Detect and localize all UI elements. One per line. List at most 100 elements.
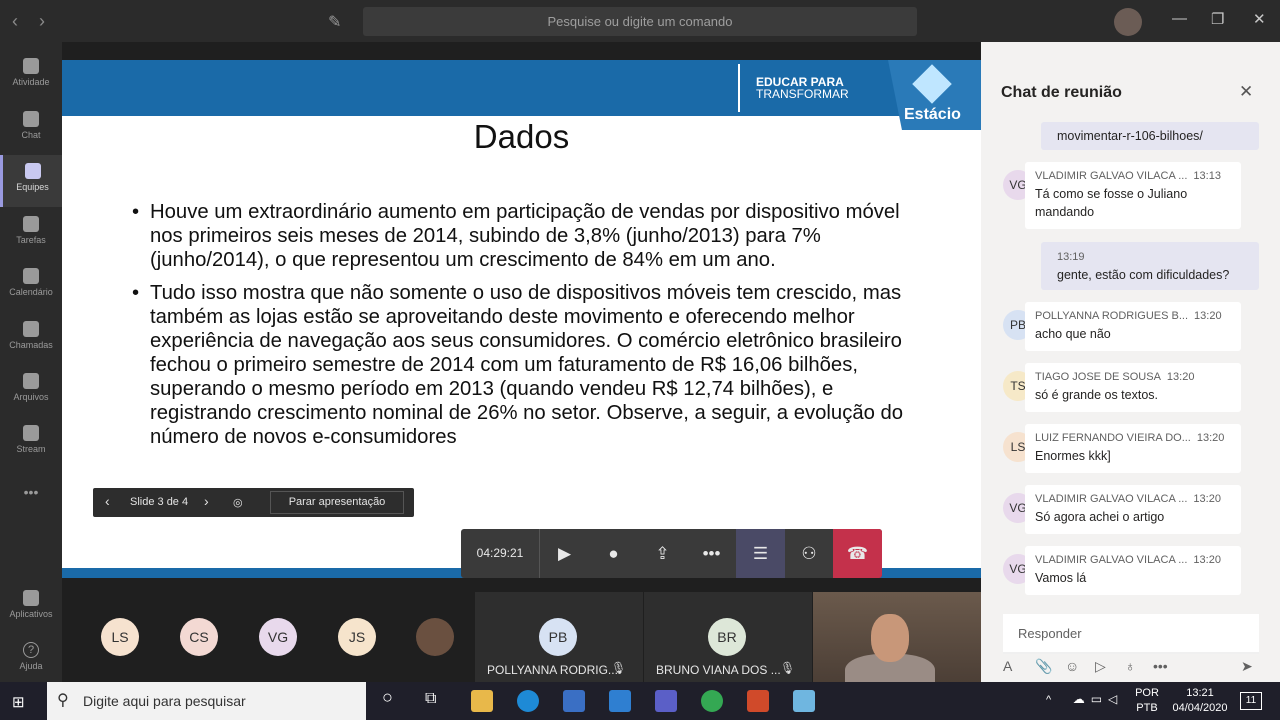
- next-slide-icon[interactable]: ›: [204, 493, 209, 509]
- rail-item-label: Tarefas: [16, 235, 46, 245]
- bell-icon: [23, 58, 39, 74]
- chat-icon: [23, 111, 39, 127]
- teams-app-icon[interactable]: [655, 690, 677, 712]
- rail-item-label: Ajuda: [19, 661, 43, 671]
- self-video-tile[interactable]: [813, 592, 981, 682]
- slide-header-band: EDUCAR PARA TRANSFORMAR: [62, 60, 981, 116]
- paint-icon[interactable]: [793, 690, 815, 712]
- chat-message-text: Enormes kkk]: [1035, 449, 1111, 463]
- chat-message: VLADIMIR GALVAO VILACA ... 13:13 Tá como …: [1025, 162, 1241, 229]
- notifications-icon[interactable]: 11: [1240, 692, 1262, 710]
- store-icon[interactable]: [563, 690, 585, 712]
- user-avatar[interactable]: [1114, 8, 1142, 36]
- emoji-icon[interactable]: ☺: [1065, 658, 1079, 674]
- meeting-chat-panel: Chat de reunião ✕ movimentar-r-106-bilho…: [981, 42, 1280, 682]
- clock[interactable]: 13:21 04/04/2020: [1168, 686, 1232, 716]
- more-actions-icon[interactable]: •••: [687, 529, 736, 578]
- compose-icon[interactable]: ✎: [328, 12, 341, 32]
- task-view-icon[interactable]: ⧉: [425, 691, 436, 707]
- taskbar-search-input[interactable]: ⚲ Digite aqui para pesquisar: [47, 682, 366, 720]
- close-chat-icon[interactable]: ✕: [1239, 82, 1253, 102]
- participant-avatar[interactable]: CS: [180, 618, 218, 656]
- microphone-icon[interactable]: ●: [589, 529, 638, 578]
- participant-tile[interactable]: BR BRUNO VIANA DOS ... 🎙: [644, 592, 812, 682]
- tray-icons[interactable]: ☁▭◁: [1068, 692, 1128, 707]
- chat-message: TIAGO JOSE DE SOUSA 13:20 só é grande os …: [1025, 363, 1241, 412]
- participant-avatar[interactable]: JS: [338, 618, 376, 656]
- attach-icon[interactable]: 📎: [1035, 658, 1052, 675]
- rail-item-atividade[interactable]: Atividade: [0, 50, 62, 102]
- participant-photo-avatar[interactable]: [416, 618, 454, 656]
- chat-message-text[interactable]: movimentar-r-106-bilhoes/: [1057, 129, 1203, 143]
- powerpoint-icon[interactable]: [747, 690, 769, 712]
- chat-time: 13:20: [1196, 432, 1225, 444]
- camera-icon[interactable]: ▶: [540, 529, 589, 578]
- hang-up-button[interactable]: ☎: [833, 529, 882, 578]
- command-search-input[interactable]: Pesquise ou digite um comando: [363, 7, 917, 36]
- minimize-icon[interactable]: —: [1172, 10, 1187, 27]
- rail-item-stream[interactable]: Stream: [0, 417, 62, 469]
- cortana-icon[interactable]: ○: [382, 688, 393, 706]
- search-icon: ⚲: [57, 692, 69, 709]
- rail-item-chat[interactable]: Chat: [0, 103, 62, 155]
- call-controls: 04:29:21 ▶ ● ⇪ ••• ☰ ⚇ ☎: [461, 529, 882, 578]
- windows-start-icon[interactable]: ⊞: [12, 693, 25, 711]
- close-window-icon[interactable]: ✕: [1253, 10, 1266, 28]
- rail-item-tarefas[interactable]: Tarefas: [0, 208, 62, 260]
- chat-time: 13:13: [1193, 170, 1221, 182]
- maximize-icon[interactable]: ❐: [1211, 10, 1224, 28]
- stream-icon: [23, 425, 39, 441]
- chat-time: 13:20: [1193, 554, 1221, 566]
- language-indicator[interactable]: POR PTB: [1132, 686, 1162, 716]
- back-arrow-icon[interactable]: ‹: [12, 11, 18, 32]
- chat-message-text: acho que não: [1035, 327, 1111, 341]
- slide-counter: Slide 3 de 4: [130, 496, 189, 508]
- stop-presenting-button[interactable]: Parar apresentação: [270, 491, 404, 514]
- rail-item-chamadas[interactable]: Chamadas: [0, 313, 62, 365]
- more-apps-button[interactable]: •••: [0, 477, 62, 529]
- hide-preview-icon[interactable]: ◎: [233, 496, 243, 509]
- participant-tile[interactable]: PB POLLYANNA RODRIG... 🎙: [475, 592, 643, 682]
- praise-icon[interactable]: ♁: [1125, 658, 1136, 674]
- taskbar-search-placeholder: Digite aqui para pesquisar: [83, 693, 246, 709]
- chat-message-text: Só agora achei o artigo: [1035, 510, 1165, 524]
- chat-message: VLADIMIR GALVAO VILACA ... 13:20 Vamos lá: [1025, 546, 1241, 595]
- show-participants-icon[interactable]: ⚇: [785, 529, 833, 578]
- more-options-icon[interactable]: •••: [1153, 658, 1168, 674]
- giphy-icon[interactable]: ▷: [1095, 658, 1106, 675]
- participant-avatar[interactable]: VG: [259, 618, 297, 656]
- chrome-icon[interactable]: [701, 690, 723, 712]
- file-explorer-icon[interactable]: [471, 690, 493, 712]
- chat-time: 13:20: [1194, 310, 1222, 322]
- send-icon[interactable]: ➤: [1241, 658, 1253, 675]
- chat-message-text: Tá como se fosse o Juliano mandando: [1035, 187, 1188, 219]
- chat-message-text: gente, estão com dificuldades?: [1057, 268, 1230, 282]
- mail-icon[interactable]: [609, 690, 631, 712]
- chat-author: LUIZ FERNANDO VIEIRA DO...: [1035, 432, 1191, 444]
- format-icon[interactable]: A: [1003, 658, 1012, 674]
- rail-item-aplicativos[interactable]: Aplicativos: [0, 582, 62, 634]
- show-conversation-icon[interactable]: ☰: [736, 529, 785, 578]
- slide-bullet: Houve um extraordinário aumento em parti…: [132, 200, 922, 272]
- share-screen-icon[interactable]: ⇪: [638, 529, 687, 578]
- edge-browser-icon[interactable]: [517, 690, 539, 712]
- chat-author: VLADIMIR GALVAO VILACA ...: [1035, 554, 1188, 566]
- muted-mic-icon: 🎙: [780, 661, 796, 675]
- chat-author: VLADIMIR GALVAO VILACA ...: [1035, 170, 1188, 182]
- muted-mic-icon: 🎙: [611, 661, 627, 675]
- help-icon: ?: [23, 642, 39, 658]
- reply-input[interactable]: Responder: [1003, 614, 1259, 654]
- rail-item-arquivos[interactable]: Arquivos: [0, 365, 62, 417]
- rail-item-calendario[interactable]: Calendário: [0, 260, 62, 312]
- prev-slide-icon[interactable]: ‹: [105, 493, 110, 509]
- participant-strip: LS CS VG JS PB POLLYANNA RODRIG... 🎙 BR …: [62, 592, 981, 682]
- participant-avatar[interactable]: LS: [101, 618, 139, 656]
- brand-divider: [738, 64, 740, 112]
- rail-item-equipes[interactable]: Equipes: [0, 155, 62, 207]
- rail-item-ajuda[interactable]: ? Ajuda: [0, 634, 62, 686]
- files-icon: [23, 373, 39, 389]
- chat-author: POLLYANNA RODRIGUES B...: [1035, 310, 1189, 322]
- tray-expand-icon[interactable]: ^: [1046, 693, 1051, 708]
- slide-controls: ‹ Slide 3 de 4 › ◎ Parar apresentação: [93, 488, 414, 517]
- forward-arrow-icon[interactable]: ›: [39, 11, 45, 32]
